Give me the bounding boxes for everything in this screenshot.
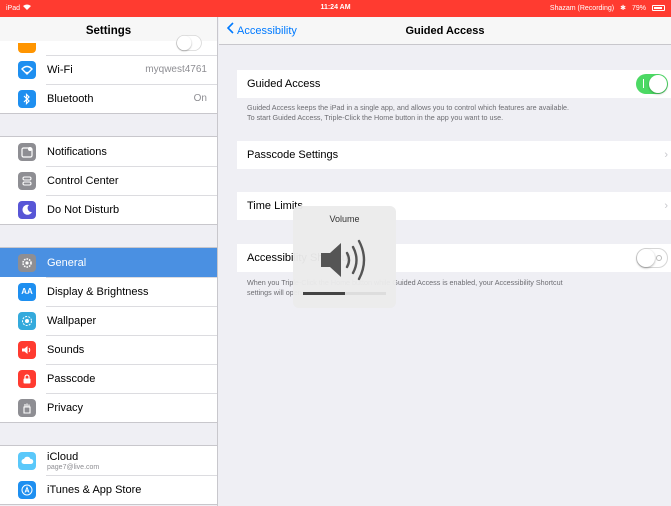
cloud-icon xyxy=(18,451,36,470)
bluetooth-icon xyxy=(18,89,36,108)
wifi-network-value: myqwest4761 xyxy=(145,64,207,75)
airplane-icon xyxy=(18,43,36,53)
sidebar-item-label: iTunes & App Store xyxy=(47,483,142,496)
volume-level-fill xyxy=(303,292,345,295)
sidebar-item-label: Control Center xyxy=(47,174,119,187)
app-store-icon xyxy=(18,480,36,499)
sidebar-item-wallpaper[interactable]: Wallpaper xyxy=(0,306,217,335)
sidebar-item-label: Privacy xyxy=(47,401,84,414)
sidebar-item-display-brightness[interactable]: AA Display & Brightness xyxy=(0,277,217,306)
sidebar-group-system: Notifications Control Center Do Not Dist… xyxy=(0,136,217,225)
speaker-icon xyxy=(18,340,36,359)
sidebar-item-label: Bluetooth xyxy=(47,92,94,105)
sidebar-group-network: Wi-Fi myqwest4761 Bluetooth On xyxy=(0,35,217,114)
recording-indicator: Shazam (Recording) xyxy=(549,4,615,12)
notifications-icon xyxy=(18,142,36,161)
sidebar-item-privacy[interactable]: Privacy xyxy=(0,393,217,422)
guided-access-row: Guided Access xyxy=(237,70,671,98)
wifi-icon xyxy=(18,60,36,79)
sidebar-item-sounds[interactable]: Sounds xyxy=(0,335,217,364)
accessibility-shortcut-toggle[interactable] xyxy=(636,248,668,268)
sidebar-item-itunes-app-store[interactable]: iTunes & App Store xyxy=(0,475,217,504)
guided-access-description: Guided Access keeps the iPad in a single… xyxy=(247,103,657,123)
guided-access-desc-line-1: Guided Access keeps the iPad in a single… xyxy=(247,103,570,112)
battery-percent: 79% xyxy=(631,4,646,12)
toggle-off-mark xyxy=(656,255,662,261)
sidebar-item-wifi[interactable]: Wi-Fi myqwest4761 xyxy=(0,55,217,84)
battery-icon xyxy=(652,5,665,11)
nav-bar: Accessibility Guided Access xyxy=(219,17,671,45)
bluetooth-value: On xyxy=(193,93,207,104)
chevron-right-icon: › xyxy=(664,149,668,161)
sidebar-item-icloud[interactable]: iCloud page7@live.com xyxy=(0,446,217,475)
settings-sidebar: Settings Wi-Fi myqwest4761 Bluetooth On … xyxy=(0,17,218,506)
guided-access-toggle[interactable] xyxy=(636,74,668,94)
sidebar-item-label: Sounds xyxy=(47,343,85,356)
status-right: Shazam (Recording) ✱ 79% xyxy=(550,4,665,12)
sidebar-item-control-center[interactable]: Control Center xyxy=(0,166,217,195)
passcode-settings-label: Passcode Settings xyxy=(247,149,339,161)
status-bar: iPad 11:24 AM Shazam (Recording) ✱ 79% xyxy=(0,0,671,17)
sidebar-item-label: General xyxy=(47,256,87,269)
sidebar-item-general[interactable]: General xyxy=(0,248,217,277)
toggle-knob xyxy=(649,75,667,93)
sidebar-item-passcode[interactable]: Passcode xyxy=(0,364,217,393)
control-center-icon xyxy=(18,171,36,190)
bluetooth-status-icon: ✱ xyxy=(620,5,626,12)
sidebar-item-label: iCloud page7@live.com xyxy=(47,451,217,471)
wallpaper-icon xyxy=(18,311,36,330)
lock-icon xyxy=(18,369,36,388)
detail-pane: Accessibility Guided Access Guided Acces… xyxy=(219,17,671,506)
sidebar-item-bluetooth[interactable]: Bluetooth On xyxy=(0,84,217,113)
passcode-settings-row[interactable]: Passcode Settings › xyxy=(237,141,671,169)
volume-level-bar xyxy=(303,292,386,295)
sidebar-item-airplane-partial[interactable] xyxy=(0,35,217,55)
display-brightness-icon: AA xyxy=(18,282,36,301)
sidebar-item-notifications[interactable]: Notifications xyxy=(0,137,217,166)
volume-hud: Volume xyxy=(293,206,396,308)
guided-access-desc-line-2: To start Guided Access, Triple-Click the… xyxy=(247,113,504,122)
sidebar-item-label: Wallpaper xyxy=(47,314,97,327)
sidebar-group-accounts: iCloud page7@live.com iTunes & App Store xyxy=(0,445,217,505)
sidebar-item-label: Notifications xyxy=(47,145,107,158)
sidebar-item-label: Passcode xyxy=(47,372,96,385)
toggle-knob xyxy=(637,249,655,267)
gear-icon xyxy=(18,253,36,272)
icloud-account: page7@live.com xyxy=(47,463,100,471)
sidebar-item-label: Display & Brightness xyxy=(47,285,149,298)
icloud-label: iCloud xyxy=(47,450,79,463)
page-title: Guided Access xyxy=(405,25,485,37)
sidebar-group-general: General AA Display & Brightness Wallpape… xyxy=(0,247,217,423)
moon-icon xyxy=(18,200,36,219)
volume-hud-title: Volume xyxy=(329,214,360,224)
guided-access-label: Guided Access xyxy=(247,78,321,90)
sidebar-item-do-not-disturb[interactable]: Do Not Disturb xyxy=(0,195,217,224)
speaker-icon xyxy=(319,238,371,285)
sidebar-item-label: Do Not Disturb xyxy=(47,203,120,216)
hand-icon xyxy=(18,398,36,417)
toggle-on-mark xyxy=(643,79,644,88)
sidebar-item-label: Wi-Fi xyxy=(47,63,73,76)
airplane-toggle[interactable] xyxy=(176,35,202,51)
chevron-right-icon: › xyxy=(664,200,668,212)
